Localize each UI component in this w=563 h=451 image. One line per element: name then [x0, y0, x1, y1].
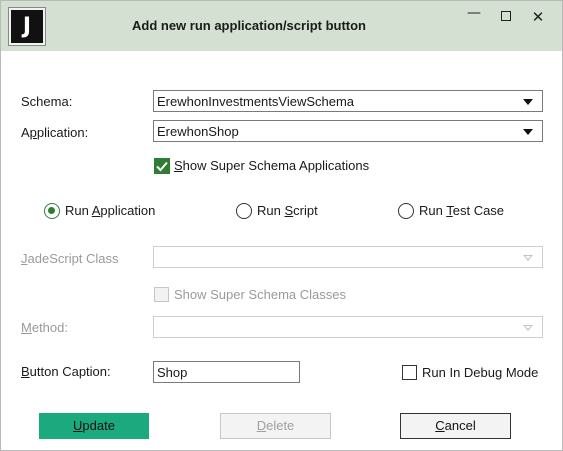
show-super-schema-apps-checkbox[interactable]: [154, 158, 170, 174]
method-label: Method:: [21, 320, 68, 335]
application-combobox[interactable]: ErewhonShop: [153, 120, 543, 142]
run-application-label: Run Application: [65, 203, 156, 218]
run-script-label: Run Script: [257, 203, 318, 218]
run-test-case-label: Run Test Case: [419, 203, 505, 218]
application-value: ErewhonShop: [157, 124, 239, 139]
run-in-debug-mode-label: Run In Debug Mode: [422, 365, 539, 380]
method-combobox[interactable]: [153, 316, 543, 338]
maximize-icon: [501, 11, 511, 21]
title-bar: J Add new run application/script button …: [1, 1, 562, 51]
chevron-down-icon[interactable]: [523, 129, 533, 135]
update-button[interactable]: Update: [39, 413, 149, 439]
close-icon: ✕: [531, 8, 545, 26]
dialog-title: Add new run application/script button: [132, 18, 366, 33]
dialog-window: J Add new run application/script button …: [0, 0, 563, 451]
run-in-debug-mode-checkbox[interactable]: [402, 365, 417, 380]
schema-value: ErewhonInvestmentsViewSchema: [157, 94, 355, 109]
application-label: Application:: [21, 125, 89, 140]
button-caption-input[interactable]: Shop: [153, 361, 300, 383]
chevron-down-icon[interactable]: [523, 99, 533, 105]
show-super-schema-apps-label: Show Super Schema Applications: [174, 158, 370, 173]
jadescript-class-combobox[interactable]: [153, 246, 543, 268]
run-application-radio[interactable]: [44, 203, 60, 219]
chevron-down-icon[interactable]: [523, 325, 533, 331]
chevron-down-icon[interactable]: [523, 255, 533, 261]
schema-combobox[interactable]: ErewhonInvestmentsViewSchema: [153, 90, 543, 112]
checkmark-icon: [156, 161, 168, 172]
show-super-schema-classes-label: Show Super Schema Classes: [174, 287, 346, 302]
run-script-radio[interactable]: [236, 203, 252, 219]
jadescript-class-label: JadeScript Class: [21, 251, 119, 266]
run-test-case-radio[interactable]: [398, 203, 414, 219]
show-super-schema-classes-checkbox[interactable]: [154, 287, 169, 302]
minimize-button[interactable]: —: [459, 5, 489, 27]
close-button[interactable]: ✕: [523, 7, 553, 27]
delete-button[interactable]: Delete: [220, 413, 331, 439]
maximize-button[interactable]: [491, 7, 521, 27]
cancel-button[interactable]: Cancel: [400, 413, 511, 439]
schema-label: Schema:: [21, 94, 73, 109]
minimize-icon: —: [467, 5, 481, 21]
button-caption-label: Button Caption:: [21, 364, 111, 379]
button-caption-value: Shop: [157, 365, 188, 380]
